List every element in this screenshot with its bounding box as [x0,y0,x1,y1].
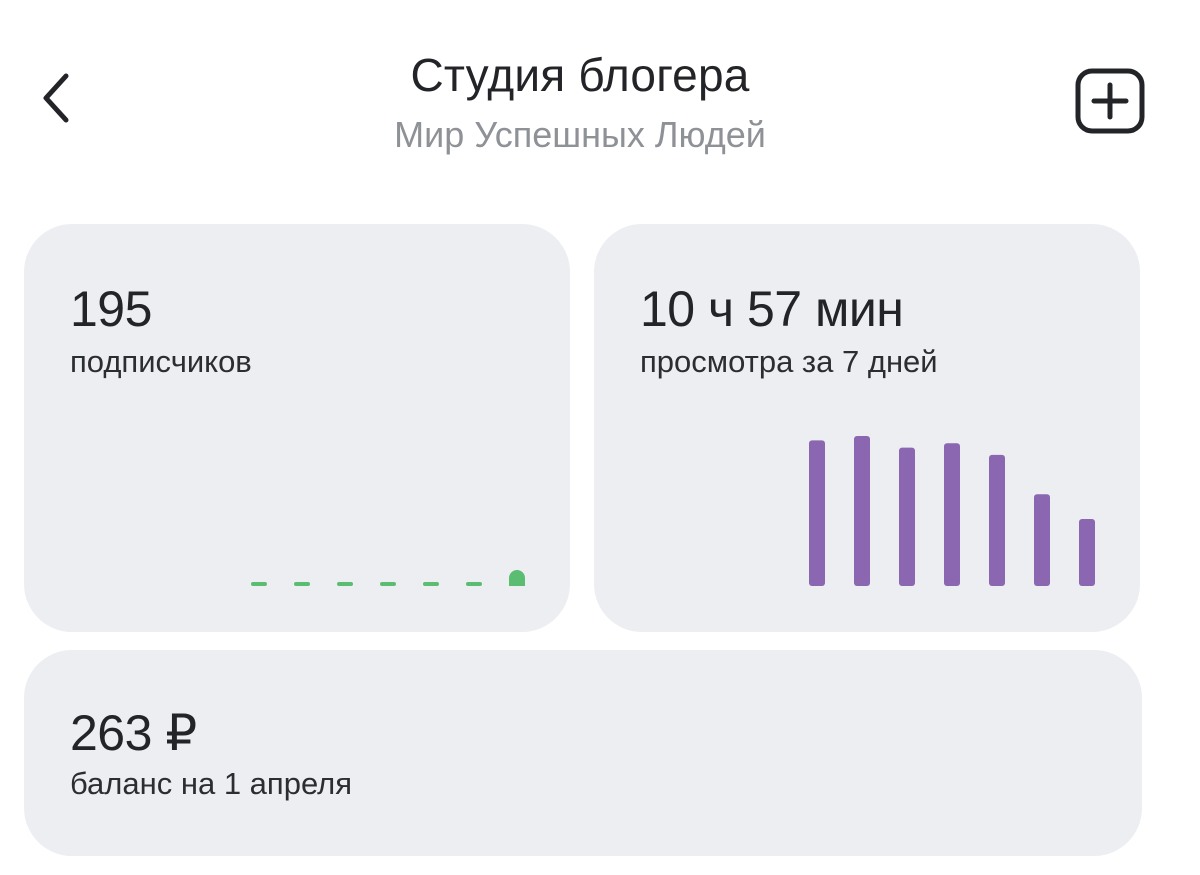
balance-amount: 263 ₽ [70,705,197,761]
subscribers-card[interactable]: 195 подписчиков [24,224,570,632]
views-bar [809,440,825,586]
views-bar [989,454,1005,586]
subscribers-bar [337,582,353,586]
views-bar [899,447,915,586]
plus-square-icon [1075,68,1145,134]
balance-label: баланс на 1 апреля [70,766,353,801]
subscribers-bar [466,582,482,586]
subscribers-bar [509,570,525,586]
subscribers-bar [423,582,439,586]
views-bar [944,443,960,586]
header: Студия блогера Мир Успешных Людей [0,0,1200,190]
views-bar [1034,494,1050,586]
page-title: Студия блогера [410,49,750,101]
views-chart [809,436,1095,586]
balance-card[interactable]: 263 ₽ баланс на 1 апреля [24,650,1142,856]
views-bar [854,436,870,586]
views-card[interactable]: 10 ч 57 мин просмотра за 7 дней [594,224,1140,632]
add-button[interactable] [1073,66,1147,136]
subscribers-bar [294,582,310,586]
subscribers-bar [380,582,396,586]
subscribers-chart [251,570,525,586]
subscribers-bar [251,582,267,586]
views-bar [1079,519,1095,586]
channel-name: Мир Успешных Людей [394,114,766,155]
blogger-studio-screen: Студия блогера Мир Успешных Людей 195 по… [0,0,1200,875]
